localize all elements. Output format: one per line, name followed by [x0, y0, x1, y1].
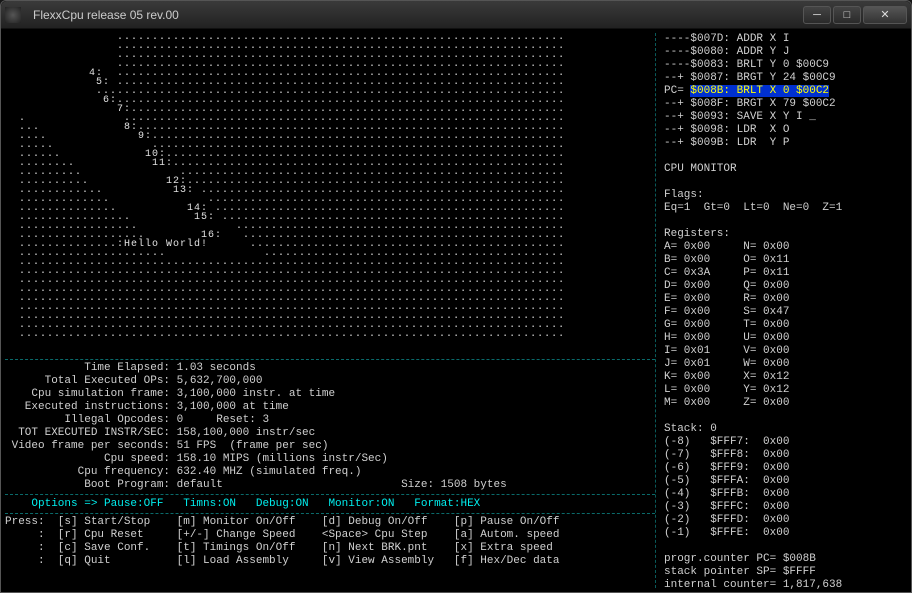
left-panel: ........................................… [5, 33, 655, 588]
close-button[interactable]: ✕ [863, 6, 907, 24]
emulator-screen: ........................................… [5, 33, 655, 353]
app-window: FlexxCpu release 05 rev.00 ─ □ ✕ .......… [0, 0, 912, 593]
stats-panel: Time Elapsed: 1.03 seconds Total Execute… [5, 362, 655, 492]
right-panel: ----$007D: ADDR X I ----$0080: ADDR Y J … [655, 33, 907, 588]
titlebar[interactable]: FlexxCpu release 05 rev.00 ─ □ ✕ [1, 1, 911, 29]
maximize-button[interactable]: □ [833, 6, 861, 24]
window-title: FlexxCpu release 05 rev.00 [25, 8, 801, 22]
divider [5, 359, 655, 360]
minimize-button[interactable]: ─ [803, 6, 831, 24]
content-area: ........................................… [1, 29, 911, 592]
divider [5, 513, 655, 514]
help-panel: Press: [s] Start/Stop [m] Monitor On/Off… [5, 516, 655, 568]
app-icon [5, 7, 21, 23]
divider [5, 494, 655, 495]
options-line: Options => Pause:OFF Timns:ON Debug:ON M… [5, 497, 655, 511]
